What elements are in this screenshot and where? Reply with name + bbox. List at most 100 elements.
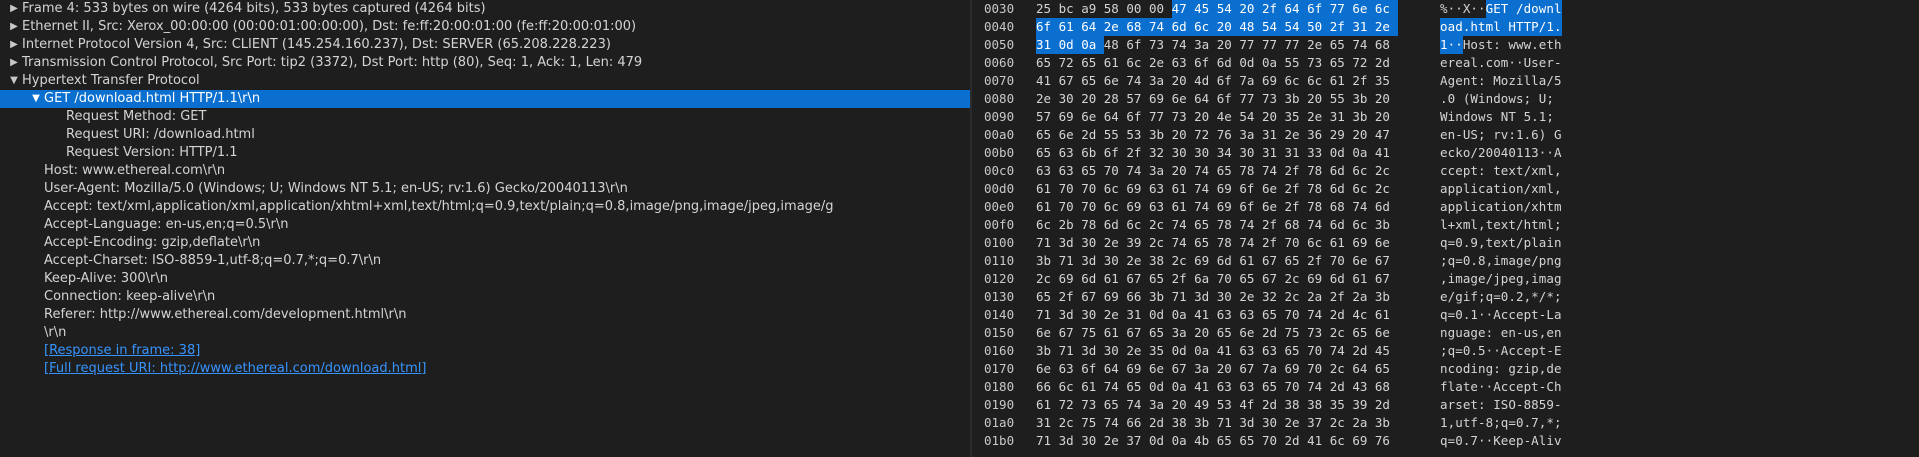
tree-row[interactable]: Accept-Charset: ISO-8859-1,utf-8;q=0.7,*… [0,252,970,270]
ascii-char[interactable]: l [1524,72,1532,90]
ascii-char[interactable]: e [1524,342,1532,360]
ascii-char[interactable]: l [1463,198,1471,216]
ascii-char[interactable]: I [1493,396,1501,414]
ascii-char[interactable]: 0 [1448,90,1456,108]
hex-byte[interactable]: 6d [1375,198,1398,216]
ascii-char[interactable]: n [1554,324,1562,342]
ascii-char[interactable]: · [1455,36,1463,54]
hex-bytes[interactable]: 71 3d 30 2e 31 0d 0a 41 63 63 65 70 74 2d 4c 61 [1036,306,1398,324]
ascii-char[interactable] [1455,90,1463,108]
hex-byte[interactable]: 35 [1149,342,1172,360]
ascii-char[interactable]: 1 [1470,306,1478,324]
hex-byte[interactable]: 66 [1126,288,1149,306]
ascii-char[interactable]: : [1478,162,1486,180]
hex-byte[interactable]: 6f [1104,144,1127,162]
ascii-char[interactable]: , [1524,270,1532,288]
hex-byte[interactable]: 57 [1126,90,1149,108]
hex-byte[interactable]: 72 [1194,126,1217,144]
hex-byte[interactable]: 64 [1194,90,1217,108]
ascii-char[interactable]: . [1440,90,1448,108]
hex-byte[interactable]: 65 [1330,36,1353,54]
hex-byte[interactable]: 6c [1307,234,1330,252]
ascii-char[interactable]: L [1546,306,1554,324]
ascii-char[interactable]: z [1508,72,1516,90]
tree-row[interactable]: ▼ Hypertext Transfer Protocol [0,72,970,90]
ascii-char[interactable] [1486,396,1494,414]
hex-byte[interactable]: 28 [1104,90,1127,108]
hex-bytes[interactable]: 71 3d 30 2e 39 2c 74 65 78 74 2f 70 6c 61 69 6e [1036,234,1398,252]
ascii-char[interactable]: n [1546,252,1554,270]
ascii-char[interactable]: g [1516,252,1524,270]
hex-byte[interactable]: 2e [1285,126,1308,144]
hex-byte[interactable]: 65 [1217,324,1240,342]
hex-row[interactable]: 00a0 65 6e 2d 55 53 3b 20 72 76 3a 31 2e 36 29 20 47 en-U… [972,126,1919,144]
hex-byte[interactable]: 74 [1307,306,1330,324]
ascii-bytes[interactable]: 1··Host: www.eth [1440,36,1562,54]
ascii-char[interactable]: n [1546,0,1554,18]
ascii-char[interactable]: r [1546,54,1554,72]
ascii-char[interactable]: q [1448,252,1456,270]
ascii-char[interactable]: u [1524,324,1532,342]
ascii-char[interactable]: t [1539,342,1547,360]
hex-byte[interactable]: 65 [1081,162,1104,180]
hex-byte[interactable]: 20 [1217,360,1240,378]
hex-byte[interactable]: 20 [1375,90,1398,108]
hex-byte[interactable]: 77 [1239,90,1262,108]
ascii-char[interactable]: U [1524,54,1532,72]
hex-byte[interactable]: 55 [1330,90,1353,108]
hex-byte[interactable]: 3d [1239,414,1262,432]
hex-byte[interactable]: 70 [1285,234,1308,252]
ascii-char[interactable]: w [1478,108,1486,126]
ascii-char[interactable]: 1 [1539,108,1547,126]
hex-byte[interactable]: 2d [1262,324,1285,342]
hex-byte[interactable]: 74 [1239,234,1262,252]
hex-byte[interactable]: 66 [1126,414,1149,432]
tree-row[interactable]: Request Method: GET [0,108,970,126]
hex-byte[interactable]: 70 [1285,378,1308,396]
hex-byte[interactable]: 77 [1239,36,1262,54]
ascii-char[interactable]: c [1478,180,1486,198]
ascii-char[interactable]: x [1531,180,1539,198]
ascii-char[interactable]: a [1440,396,1448,414]
hex-row[interactable]: 01b0 71 3d 30 2e 37 0d 0a 4b 65 65 70 2d 41 6c 69 76 q=0.… [972,432,1919,450]
ascii-char[interactable]: a [1455,378,1463,396]
ascii-char[interactable]: x [1531,198,1539,216]
hex-byte[interactable]: 6a [1194,270,1217,288]
hex-byte[interactable]: 6f [1036,18,1059,36]
ascii-char[interactable]: e [1508,432,1516,450]
ascii-char[interactable]: s [1455,396,1463,414]
ascii-char[interactable]: . [1524,414,1532,432]
hex-byte[interactable]: 41 [1307,432,1330,450]
hex-byte[interactable]: 2d [1330,306,1353,324]
ascii-char[interactable]: A [1493,378,1501,396]
ascii-char[interactable]: c [1478,198,1486,216]
hex-row[interactable]: 01a0 31 2c 75 74 66 2d 38 3b 71 3d 30 2e 37 2c 2a 3b 1,ut… [972,414,1919,432]
hex-byte[interactable]: 20 [1172,396,1195,414]
ascii-char[interactable]: a [1463,270,1471,288]
ascii-char[interactable]: q [1440,234,1448,252]
hex-byte[interactable]: 2b [1059,216,1082,234]
hex-byte[interactable]: 20 [1352,126,1375,144]
ascii-bytes[interactable]: application/xhtm [1440,198,1562,216]
hex-byte[interactable]: 30 [1172,144,1195,162]
hex-byte[interactable]: 78 [1217,234,1240,252]
ascii-bytes[interactable]: Agent: Mozilla/5 [1440,72,1562,90]
hex-byte[interactable]: 30 [1081,234,1104,252]
hex-byte[interactable]: 3a [1149,396,1172,414]
hex-bytes[interactable]: 61 70 70 6c 69 63 61 74 69 6f 6e 2f 78 6d 6c 2c [1036,180,1398,198]
hex-byte[interactable]: 6c [1285,72,1308,90]
ascii-char[interactable]: e [1455,72,1463,90]
ascii-bytes[interactable]: ,image/jpeg,imag [1440,270,1562,288]
ascii-char[interactable]: t [1463,378,1471,396]
ascii-char[interactable]: G [1485,0,1494,18]
hex-byte[interactable]: 65 [1239,270,1262,288]
ascii-char[interactable]: t [1493,180,1501,198]
ascii-char[interactable]: a [1554,306,1562,324]
ascii-char[interactable]: 7 [1531,414,1539,432]
hex-byte[interactable]: 74 [1172,36,1195,54]
hex-byte[interactable]: 74 [1262,162,1285,180]
hex-byte[interactable]: 54 [1261,18,1285,36]
ascii-char[interactable]: e [1508,270,1516,288]
hex-byte[interactable]: 48 [1104,36,1127,54]
ascii-char[interactable]: . [1462,18,1471,36]
